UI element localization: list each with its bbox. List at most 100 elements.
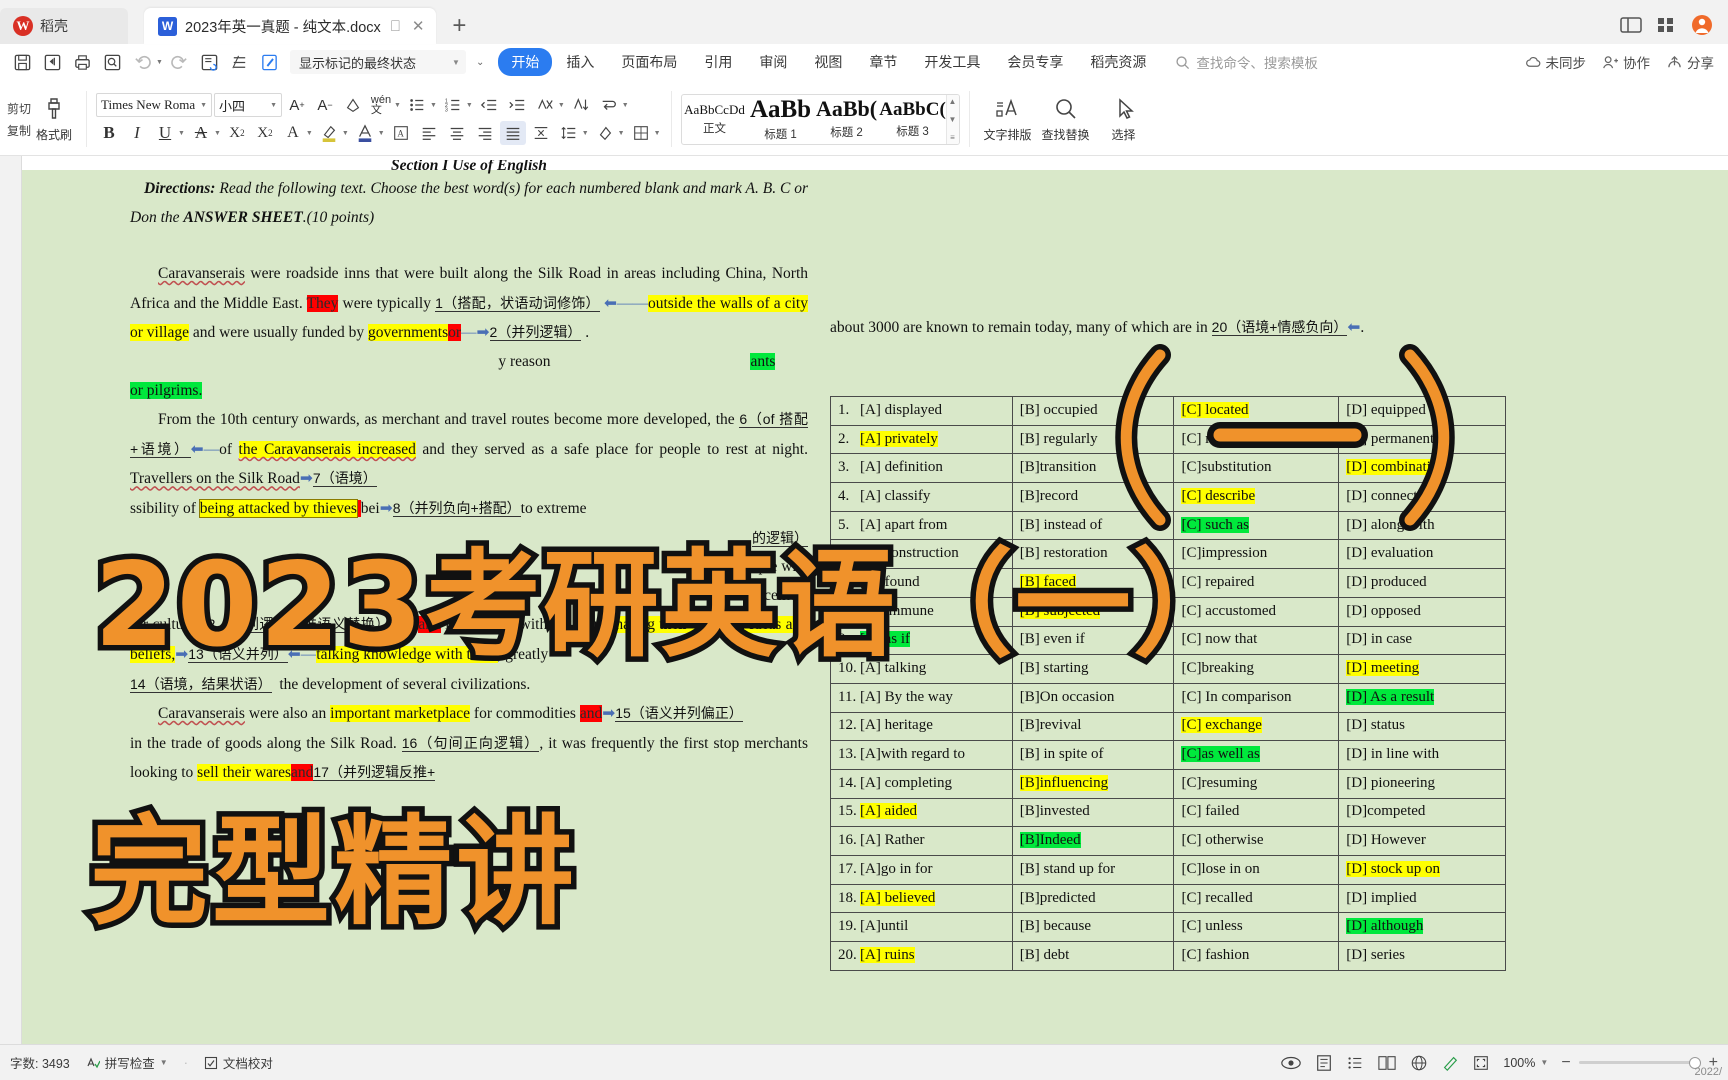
- chevron-down-icon[interactable]: ▼: [430, 102, 437, 109]
- table-row[interactable]: 6. [A] construction [B] restoration [C]impr…: [830, 539, 1506, 570]
- table-row[interactable]: 2. [A] privately [B] regularly [C] respecti…: [830, 424, 1506, 455]
- option-c[interactable]: [C] accustomed: [1173, 596, 1340, 627]
- asian-layout-icon[interactable]: [532, 93, 558, 117]
- option-a[interactable]: 7. [A] found: [830, 568, 1013, 598]
- option-d[interactable]: [D] meeting: [1338, 654, 1506, 684]
- option-d[interactable]: [D] However: [1338, 826, 1506, 856]
- option-d[interactable]: [D] although: [1338, 912, 1506, 943]
- option-a[interactable]: 4. [A] classify: [830, 482, 1013, 512]
- tab-developer[interactable]: 开发工具: [911, 48, 993, 76]
- option-a[interactable]: 15. [A] aided: [830, 797, 1013, 828]
- table-row[interactable]: 4. [A] classify [B]record [C] describe [D] c…: [830, 482, 1506, 512]
- revision-icon[interactable]: [196, 49, 224, 75]
- proofread-button[interactable]: 文档校对: [204, 1053, 273, 1072]
- option-d[interactable]: [D] combination: [1338, 453, 1506, 484]
- redo-icon[interactable]: [166, 49, 194, 75]
- option-b[interactable]: [B] starting: [1011, 654, 1175, 684]
- chevron-down-icon[interactable]: ▼: [622, 102, 629, 109]
- borders-button[interactable]: [628, 121, 654, 145]
- strikethrough-button[interactable]: A: [188, 121, 214, 145]
- table-row[interactable]: 17. [A]go in for [B] stand up for [C]lose i…: [830, 855, 1506, 885]
- cut-button[interactable]: 剪切: [7, 100, 31, 117]
- option-d[interactable]: [D] As a result: [1338, 682, 1506, 713]
- option-b[interactable]: [B] faced: [1011, 568, 1175, 598]
- underline-button[interactable]: U: [152, 121, 178, 145]
- clear-formatting-icon[interactable]: [340, 93, 366, 117]
- option-b[interactable]: [B]Indeed: [1011, 826, 1175, 856]
- style-heading-1[interactable]: AaBb 标题 1: [748, 95, 814, 144]
- outline-view-icon[interactable]: [1346, 1054, 1364, 1072]
- split-view-icon[interactable]: [1620, 16, 1642, 34]
- tab-review[interactable]: 审阅: [746, 48, 800, 76]
- option-c[interactable]: [C] fashion: [1173, 941, 1340, 971]
- decrease-font-size-icon[interactable]: A −: [312, 93, 338, 117]
- zoom-track[interactable]: [1578, 1056, 1701, 1069]
- new-tab-button[interactable]: +: [452, 12, 466, 40]
- option-a[interactable]: 9. [A] as if: [830, 625, 1013, 656]
- font-name-input[interactable]: Times New Roma ▼: [96, 93, 213, 117]
- format-painter-button[interactable]: 格式刷: [31, 96, 77, 143]
- option-b[interactable]: [B]On occasion: [1011, 682, 1175, 713]
- option-a[interactable]: 2. [A] privately: [830, 424, 1013, 455]
- fit-page-icon[interactable]: [1472, 1054, 1490, 1072]
- table-row[interactable]: 9. [A] as if [B] even if [C] now that [D] in…: [830, 625, 1506, 656]
- tab-references[interactable]: 引用: [691, 48, 745, 76]
- undo-icon[interactable]: [128, 49, 156, 75]
- option-c[interactable]: [C] now that: [1173, 625, 1340, 656]
- document-page[interactable]: about 3000 are known to remain today, ma…: [22, 156, 1728, 1044]
- grid-view-icon[interactable]: [1656, 16, 1676, 34]
- option-d[interactable]: [D] in case: [1338, 625, 1506, 656]
- option-b[interactable]: [B] subjected: [1011, 596, 1175, 627]
- option-a[interactable]: 3. [A] definition: [830, 453, 1013, 484]
- styles-more-icon[interactable]: ≡: [950, 133, 955, 142]
- print-icon[interactable]: [68, 49, 96, 75]
- option-c[interactable]: [C] recalled: [1173, 883, 1340, 914]
- option-a[interactable]: 8. [A] immune: [830, 596, 1013, 627]
- sort-icon[interactable]: [568, 93, 594, 117]
- show-marks-icon[interactable]: [596, 93, 622, 117]
- subscript-button[interactable]: X2: [252, 121, 278, 145]
- option-c[interactable]: [C] unless: [1173, 912, 1340, 943]
- option-c[interactable]: [C]impression: [1173, 539, 1340, 570]
- table-row[interactable]: 15. [A] aided [B]invested [C] failed [D]comp…: [830, 797, 1506, 828]
- option-c[interactable]: [C] repaired: [1173, 568, 1340, 598]
- two-page-view-icon[interactable]: [1377, 1054, 1397, 1072]
- distribute-button[interactable]: [528, 121, 554, 145]
- italic-button[interactable]: I: [124, 121, 150, 145]
- sync-status-button[interactable]: 未同步: [1525, 52, 1586, 72]
- option-c[interactable]: [C]as well as: [1173, 740, 1340, 770]
- tab-chapter[interactable]: 章节: [856, 48, 910, 76]
- chevron-down-icon[interactable]: ▼: [306, 130, 313, 137]
- table-row[interactable]: 16. [A] Rather [B]Indeed [C] otherwise [D] H…: [830, 826, 1506, 856]
- close-tab-icon[interactable]: ✕: [410, 17, 427, 35]
- option-a[interactable]: 17. [A]go in for: [830, 855, 1013, 885]
- option-b[interactable]: [B]influencing: [1011, 768, 1175, 799]
- option-d[interactable]: [D] produced: [1338, 568, 1506, 598]
- option-a[interactable]: 18. [A] believed: [830, 883, 1013, 914]
- option-d[interactable]: [D] connect: [1338, 482, 1506, 512]
- option-a[interactable]: 16. [A] Rather: [830, 826, 1013, 856]
- chevron-down-icon[interactable]: ▼: [214, 130, 221, 137]
- style-heading-3[interactable]: AaBbC( 标题 3: [879, 95, 946, 144]
- table-row[interactable]: 1. [A] displayed [B] occupied [C] located [D…: [830, 396, 1506, 426]
- document-text-column[interactable]: Section I Use of English Directions: Rea…: [130, 160, 808, 788]
- option-a[interactable]: 13. [A]with regard to: [830, 740, 1013, 770]
- tab-start[interactable]: 开始: [498, 48, 553, 76]
- option-c[interactable]: [C]breaking: [1173, 654, 1340, 684]
- edit-mode-icon[interactable]: [256, 49, 284, 75]
- option-b[interactable]: [B] instead of: [1011, 510, 1175, 541]
- user-avatar[interactable]: [1690, 14, 1714, 36]
- web-view-icon[interactable]: [1410, 1054, 1428, 1072]
- option-b[interactable]: [B] even if: [1011, 625, 1175, 656]
- collaborate-button[interactable]: 协作: [1602, 52, 1650, 72]
- option-b[interactable]: [B] regularly: [1011, 424, 1175, 455]
- read-mode-icon[interactable]: [1280, 1054, 1302, 1072]
- table-row[interactable]: 19. [A]until [B] because [C] unless [D] alth…: [830, 912, 1506, 943]
- share-button[interactable]: 分享: [1666, 52, 1714, 72]
- option-c[interactable]: [C] exchange: [1173, 711, 1340, 742]
- align-center-button[interactable]: [444, 121, 470, 145]
- option-d[interactable]: [D] status: [1338, 711, 1506, 742]
- option-c[interactable]: [C] such as: [1173, 510, 1340, 541]
- tab-page-layout[interactable]: 页面布局: [608, 48, 690, 76]
- page-layout-view-icon[interactable]: [1315, 1054, 1333, 1072]
